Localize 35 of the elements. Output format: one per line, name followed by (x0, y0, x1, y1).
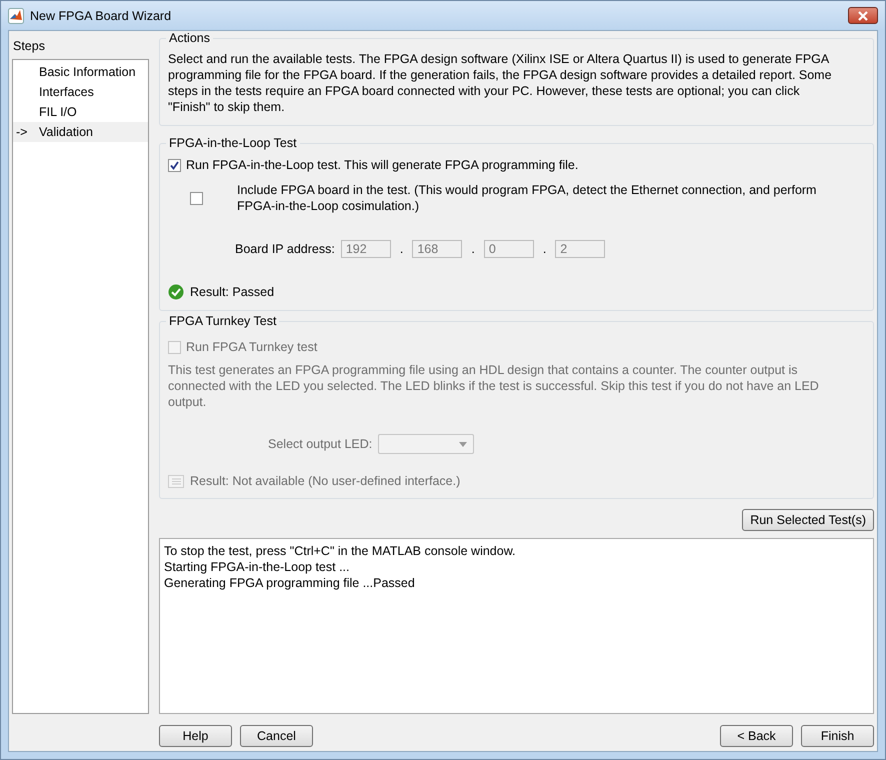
ip-separator: . (470, 242, 476, 256)
close-icon (858, 10, 868, 20)
steps-label: Steps (12, 38, 46, 55)
step-item[interactable]: FIL I/O (13, 102, 148, 122)
step-item[interactable]: Basic Information (13, 62, 148, 82)
led-label: Select output LED: (268, 437, 372, 451)
log-line: Generating FPGA programming file ...Passed (164, 575, 416, 591)
app-icon (8, 8, 24, 24)
ip-separator: . (398, 242, 404, 256)
dialog-button[interactable]: Cancel (240, 725, 313, 747)
group-title: FPGA-in-the-Loop Test (168, 136, 298, 150)
ip-address-label: Board IP address: (235, 242, 335, 256)
log-line: Starting FPGA-in-the-Loop test ... (164, 559, 350, 575)
group-title: FPGA Turnkey Test (168, 314, 278, 328)
result-text: Result: Not available (No user-defined interface.) (190, 474, 460, 488)
checkbox[interactable] (190, 192, 203, 204)
checkbox[interactable] (168, 158, 181, 172)
ip-separator: . (542, 242, 548, 256)
step-item[interactable]: Interfaces (13, 82, 148, 102)
checkbox-label: Run FPGA-in-the-Loop test. This will generate FPGA programming file. (186, 158, 578, 172)
turnkey-description: This test generates an FPGA programming file using an HDL design that contains a counter. The counter output is connected with the LED you selected. The LED blinks if the test is successful. Skip this test if you do not have an LED output. (168, 362, 820, 410)
actions-description: Select and run the available tests. The FPGA design software (Xilinx ISE or Altera Quartus II) is used to generate FPGA programming file for the FPGA board. If the generation fails, the FPGA design software provides a detailed report. Some steps in the tests require an FPGA board connected with your PC. However, these tests are optional; you can click "Finish" to skip them. (168, 51, 833, 115)
run-selected-tests-button[interactable]: Run Selected Test(s) (742, 509, 874, 531)
window-title: New FPGA Board Wizard (30, 8, 172, 22)
log-line: To stop the test, press "Ctrl+C" in the MATLAB console window. (164, 543, 517, 559)
step-item[interactable]: -> Validation (13, 122, 148, 142)
checkbox-label: Include FPGA board in the test. (This would program FPGA, detect the Ethernet connection, and perform FPGA-in-the-Loop cosimulation.) (237, 182, 818, 214)
dialog-button[interactable]: Finish (801, 725, 874, 747)
close-button[interactable] (848, 7, 878, 24)
caret-icon (459, 442, 468, 446)
dialog-button[interactable]: Help (159, 725, 232, 747)
group-title: Actions (168, 31, 211, 45)
result-text: Result: Passed (190, 285, 274, 299)
checkbox-label: Run FPGA Turnkey test (186, 340, 318, 354)
dialog-button[interactable]: < Back (720, 725, 793, 747)
